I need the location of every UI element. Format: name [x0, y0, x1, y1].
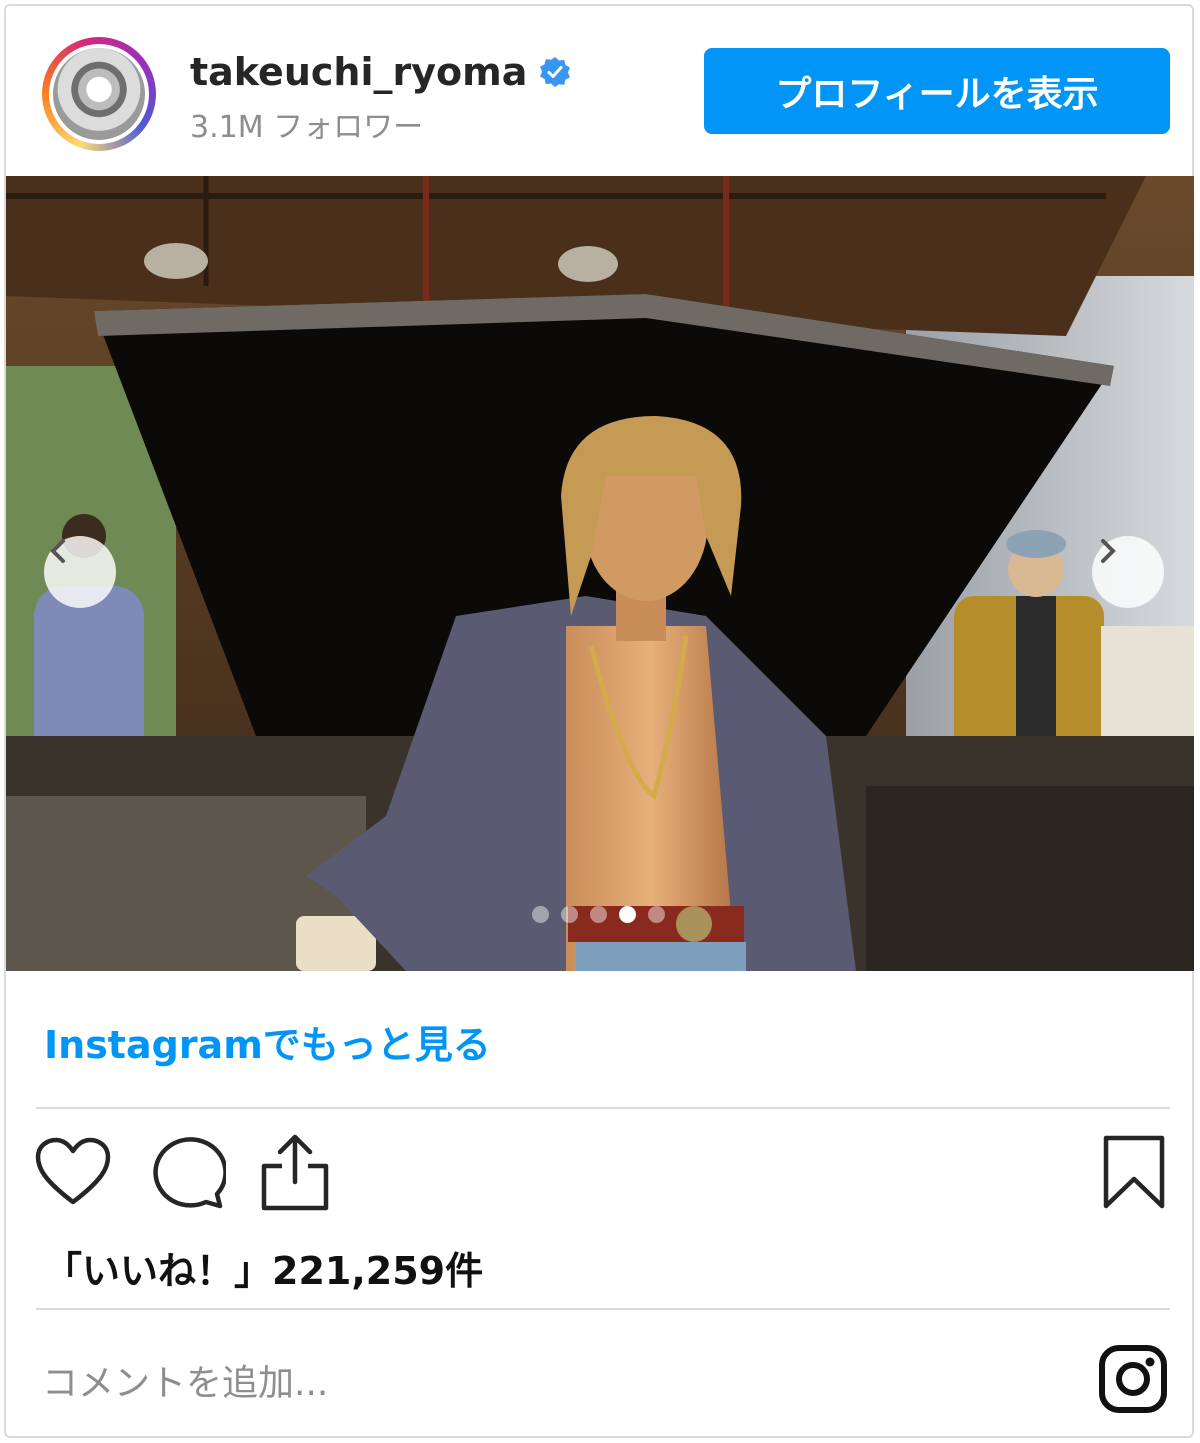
follower-count: 3.1M フォロワー: [190, 110, 424, 145]
verified-badge-icon: [540, 57, 571, 87]
divider: [36, 1308, 1170, 1310]
carousel-dot: [532, 906, 549, 923]
carousel-dot: [648, 906, 665, 923]
username-row: takeuchi_ryoma: [190, 50, 571, 94]
carousel-dot: [619, 906, 636, 923]
avatar-image: [53, 48, 145, 140]
username[interactable]: takeuchi_ryoma: [190, 50, 527, 94]
post-photo: [6, 176, 1194, 971]
comment-input[interactable]: [40, 1357, 1044, 1409]
carousel-indicator: [532, 906, 665, 923]
comment-icon[interactable]: [146, 1134, 226, 1210]
carousel-next-button[interactable]: [1092, 536, 1164, 608]
carousel-prev-button[interactable]: [44, 536, 116, 608]
carousel-dot: [561, 906, 578, 923]
view-profile-button[interactable]: プロフィールを表示: [704, 48, 1170, 134]
post-image[interactable]: [6, 176, 1194, 971]
chevron-right-icon: [1101, 539, 1116, 563]
chevron-left-icon: [50, 539, 65, 563]
divider: [36, 1107, 1170, 1109]
instagram-logo-icon[interactable]: [1098, 1344, 1168, 1414]
share-icon[interactable]: [258, 1132, 332, 1212]
view-more-on-instagram-link[interactable]: Instagramでもっと見る: [44, 1014, 491, 1069]
carousel-dot: [590, 906, 607, 923]
avatar[interactable]: [42, 37, 156, 151]
bookmark-icon[interactable]: [1102, 1134, 1166, 1210]
heart-icon[interactable]: [34, 1136, 112, 1208]
like-count: 「いいね！」221,259件: [44, 1249, 484, 1293]
